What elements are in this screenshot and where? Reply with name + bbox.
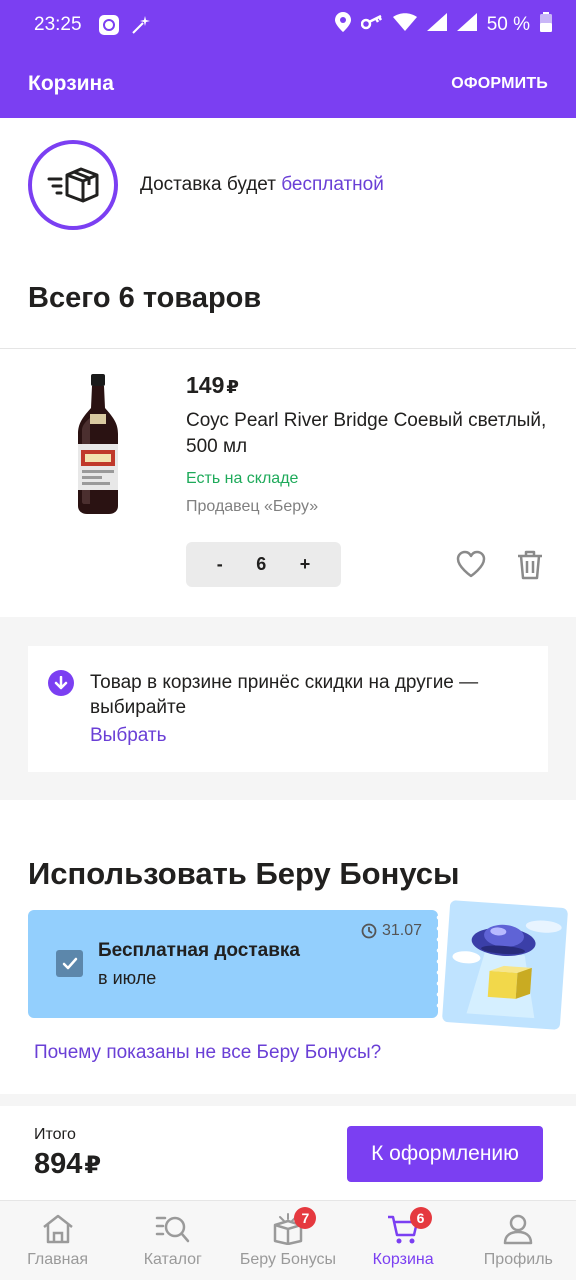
signal-icon [426,13,447,37]
total-amount: 894₽ [34,1148,101,1181]
nav-label-cart: Корзина [372,1251,434,1268]
delivery-text: Доставка будет бесплатной [140,174,384,196]
promo-card: Товар в корзине принёс скидки на другие … [28,646,548,772]
ufo-illustration [452,920,562,1019]
location-icon [334,12,351,38]
nav-item-home[interactable]: Главная [0,1201,115,1280]
nav-item-profile[interactable]: Профиль [461,1201,576,1280]
checkmark-icon [62,957,77,969]
notification-app-icon [98,14,120,36]
quantity-stepper: - 6 + [186,542,341,587]
nav-item-bonuses[interactable]: 7 Беру Бонусы [230,1201,345,1280]
divider [0,348,576,349]
battery-icon [540,12,552,38]
total-amount-value: 894 [34,1148,83,1180]
total-label: Итого [34,1126,76,1143]
profile-icon [504,1214,533,1245]
decrease-button[interactable]: - [217,554,223,575]
section-separator [0,1094,576,1106]
cart-badge: 6 [409,1207,432,1229]
home-icon [42,1214,73,1244]
nav-item-cart[interactable]: 6 Корзина [346,1201,461,1280]
stock-status: Есть на складе [186,470,299,487]
delivery-banner: Доставка будет бесплатной [28,140,384,230]
nav-label-profile: Профиль [483,1251,553,1268]
checkout-bar: Итого 894₽ К оформлению [0,1106,576,1202]
sauce-bottle-image [78,374,118,514]
bonus-card[interactable]: Бесплатная доставка в июле 31.07 [28,910,438,1018]
signal-icon-2 [456,13,477,37]
increase-button[interactable]: + [300,554,311,575]
why-bonuses-link[interactable]: Почему показаны не все Беру Бонусы? [34,1042,381,1064]
battery-text: 50 % [486,14,530,35]
clock-icon [361,923,377,939]
promo-message: Товар в корзине принёс скидки на другие … [90,672,479,718]
wifi-icon [392,13,417,37]
nav-label-home: Главная [27,1251,89,1268]
bonus-illustration [441,900,569,1030]
bonuses-badge: 7 [294,1207,317,1229]
bonus-title: Бесплатная доставка [98,940,300,961]
delivery-text-accent: бесплатной [281,174,384,195]
product-name[interactable]: Соус Pearl River Bridge Соевый светлый, … [186,408,556,460]
status-time: 23:25 [34,14,82,35]
product-price-currency: ₽ [226,377,239,397]
bonus-checkbox[interactable] [56,950,83,977]
nav-label-catalog: Каталог [143,1251,202,1268]
delete-trash-icon[interactable] [516,549,544,581]
product-price-value: 149 [186,372,225,398]
promo-select-link[interactable]: Выбрать [90,725,167,747]
delivery-box-icon [47,167,99,203]
seller-info: Продавец «Беру» [186,498,319,515]
checkout-action-button[interactable]: ОФОРМИТЬ [451,75,548,93]
key-icon [360,14,383,36]
product-price: 149 ₽ [186,372,239,399]
status-bar: 23:25 50 % [0,0,576,50]
bonuses-heading: Использовать Беру Бонусы [28,856,460,891]
total-amount-currency: ₽ [84,1152,102,1179]
cart-summary-heading: Всего 6 товаров [28,282,262,314]
nav-item-catalog[interactable]: Каталог [115,1201,230,1280]
favorite-heart-icon[interactable] [456,550,486,580]
app-bar: Корзина ОФОРМИТЬ [0,50,576,118]
nav-label-bonuses: Беру Бонусы [239,1251,337,1268]
checkout-button[interactable]: К оформлению [347,1126,543,1182]
bonus-expiry-date: 31.07 [381,922,422,939]
delivery-badge [28,140,118,230]
bonus-subtitle: в июле [98,968,157,988]
bottom-navigation: Главная Каталог 7 Беру Бонусы 6 Корзина … [0,1200,576,1280]
catalog-search-icon [155,1216,190,1243]
sparkle-icon [130,14,152,36]
quantity-value: 6 [256,554,267,574]
delivery-text-main: Доставка будет [140,174,282,195]
coupon-perforation [436,912,442,1016]
arrow-down-circle-icon [48,670,74,696]
product-image[interactable] [28,370,168,518]
page-title: Корзина [28,72,114,95]
bonus-expiry: 31.07 [361,922,422,940]
